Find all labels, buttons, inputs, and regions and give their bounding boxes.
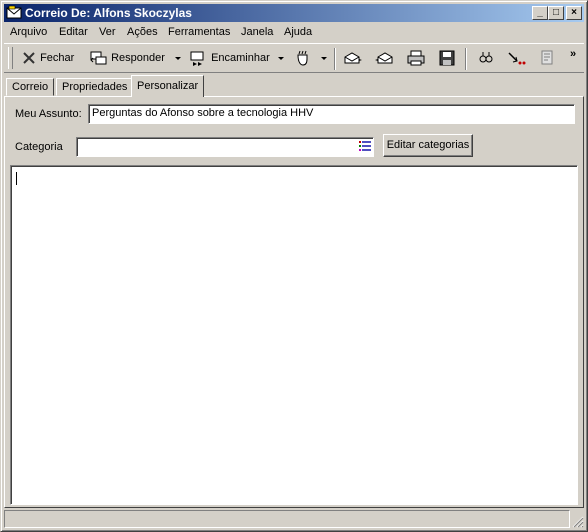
close-window-button[interactable]: × [566, 6, 582, 20]
tab-personalizar[interactable]: Personalizar [131, 75, 205, 97]
edit-categories-button[interactable]: Editar categorias [383, 134, 473, 157]
menu-ver[interactable]: Ver [99, 26, 116, 38]
voting-hand-icon [297, 50, 308, 66]
reply-icon [90, 51, 107, 65]
menu-arquivo[interactable]: Arquivo [10, 26, 47, 38]
tab-strip: Correio Propriedades Personalizar [4, 75, 584, 97]
text-cursor [16, 172, 17, 185]
subject-input[interactable]: Perguntas do Afonso sobre a tecnologia H… [88, 104, 575, 124]
tab-correio-label: Correio [12, 81, 49, 93]
category-input[interactable] [76, 137, 374, 157]
print-button[interactable] [407, 49, 425, 67]
reply-dropdown-button[interactable] [174, 49, 182, 67]
printer-icon [407, 50, 425, 66]
forward-icon [190, 51, 204, 67]
close-message-button[interactable]: Fechar [21, 49, 74, 67]
chevron-down-icon [321, 57, 327, 61]
address-book-button[interactable] [478, 49, 494, 67]
menu-acoes[interactable]: Ações [127, 26, 158, 38]
menu-ferramentas[interactable]: Ferramentas [168, 26, 230, 38]
chevron-down-icon [175, 57, 181, 61]
personalize-panel: Meu Assunto: Perguntas do Afonso sobre a… [4, 96, 584, 508]
menu-janela[interactable]: Janela [241, 26, 273, 38]
toolbar-overflow-button[interactable]: » [570, 45, 576, 63]
message-options-icon [541, 50, 553, 65]
window-title: Correio De: Alfons Skoczylas [25, 6, 192, 20]
vote-dropdown-button[interactable] [320, 49, 328, 67]
menu-editar[interactable]: Editar [59, 26, 88, 38]
overflow-chevron-icon: » [570, 48, 577, 60]
tab-correio[interactable]: Correio [6, 78, 55, 96]
reply-button[interactable]: Responder [90, 49, 165, 67]
resize-grip-icon[interactable] [572, 516, 584, 528]
forward-label: Encaminhar [211, 52, 270, 64]
notes-textarea[interactable] [10, 165, 578, 505]
chevron-down-icon [278, 57, 284, 61]
menu-ajuda[interactable]: Ajuda [284, 26, 312, 38]
toolbar-separator [465, 48, 467, 70]
vote-button[interactable] [294, 49, 314, 67]
menu-bar: Arquivo Editar Ver Ações Ferramentas Jan… [4, 23, 584, 42]
open-envelope-previous-icon [375, 52, 393, 64]
toolbar: Fechar Responder Encaminhar » [4, 43, 584, 73]
floppy-disk-icon [439, 50, 455, 66]
tab-propriedades-label: Propriedades [62, 81, 128, 93]
status-bar [4, 510, 584, 528]
address-book-icon [479, 52, 493, 63]
tab-personalizar-label: Personalizar [137, 80, 199, 92]
category-list-icon[interactable] [359, 140, 371, 156]
mail-window: Correio De: Alfons Skoczylas _ □ × Arqui… [0, 0, 588, 532]
status-pane [4, 510, 570, 528]
toolbar-grip[interactable] [8, 47, 13, 69]
minimize-button[interactable]: _ [532, 6, 548, 20]
title-bar[interactable]: Correio De: Alfons Skoczylas _ □ × [4, 4, 584, 22]
toolbar-separator [334, 48, 336, 70]
tab-propriedades[interactable]: Propriedades [56, 78, 134, 96]
previous-item-button[interactable] [375, 49, 395, 67]
options-button[interactable] [539, 49, 555, 67]
close-x-icon [23, 52, 35, 64]
forward-dropdown-button[interactable] [277, 49, 285, 67]
open-envelope-next-icon [344, 52, 362, 64]
category-label: Categoria [15, 141, 63, 153]
check-names-icon [508, 52, 526, 65]
next-item-button[interactable] [343, 49, 363, 67]
close-message-label: Fechar [40, 52, 75, 64]
forward-button[interactable]: Encaminhar [190, 49, 270, 67]
save-button[interactable] [439, 49, 455, 67]
mail-app-icon [6, 5, 22, 21]
subject-label: Meu Assunto: [15, 108, 82, 120]
reply-label: Responder [111, 52, 165, 64]
maximize-button[interactable]: □ [548, 6, 564, 20]
check-names-button[interactable] [507, 49, 527, 67]
